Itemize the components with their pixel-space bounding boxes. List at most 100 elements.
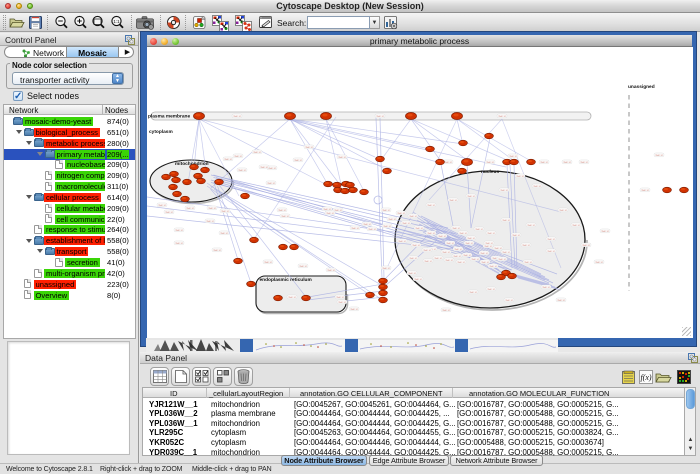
svg-text:Gen st: Gen st [484,245,491,248]
svg-text:Gen st: Gen st [267,182,274,185]
svg-text:Gen st: Gen st [234,155,241,158]
svg-text:Gen st: Gen st [412,244,419,247]
svg-text:Gen st: Gen st [408,272,415,275]
svg-text:Gen st: Gen st [409,257,416,260]
svg-text:Gen st: Gen st [224,158,231,161]
svg-text:Gen st: Gen st [409,215,416,218]
svg-text:Gen st: Gen st [221,210,228,213]
svg-text:Gen st: Gen st [288,296,295,299]
svg-text:Gen st: Gen st [572,224,579,227]
svg-text:Gen st: Gen st [505,299,512,302]
svg-text:Gen st: Gen st [299,265,306,268]
svg-text:Gen st: Gen st [338,301,345,304]
svg-text:Gen st: Gen st [559,209,566,212]
svg-text:Gen st: Gen st [453,255,460,258]
svg-text:Gen st: Gen st [595,261,602,264]
svg-text:Gen st: Gen st [278,209,285,212]
svg-text:Gen st: Gen st [415,227,422,230]
svg-text:Gen st: Gen st [336,296,343,299]
svg-text:Gen st: Gen st [454,248,461,251]
svg-text:unassigned: unassigned [628,84,655,90]
svg-text:Gen st: Gen st [427,204,434,207]
svg-text:Gen st: Gen st [323,208,330,211]
svg-text:Gen st: Gen st [382,209,389,212]
svg-text:1:1: 1:1 [113,19,120,24]
svg-text:Gen st: Gen st [516,175,523,178]
svg-text:Gen st: Gen st [268,167,275,170]
svg-text:Gen st: Gen st [402,222,409,225]
svg-text:Gen st: Gen st [208,207,215,210]
svg-text:Gen st: Gen st [475,228,482,231]
svg-text:Gen st: Gen st [186,207,193,210]
svg-text:Gen st: Gen st [641,189,648,192]
svg-text:Gen st: Gen st [487,288,494,291]
svg-text:Gen st: Gen st [486,161,493,164]
svg-text:Gen st: Gen st [457,261,464,264]
svg-text:Gen st: Gen st [305,146,312,149]
svg-text:Gen st: Gen st [368,228,375,231]
svg-text:Gen st: Gen st [442,251,449,254]
svg-text:Gen st: Gen st [334,209,341,212]
svg-text:Gen st: Gen st [445,259,452,262]
svg-text:Gen st: Gen st [533,185,540,188]
svg-text:Gen st: Gen st [471,258,478,261]
svg-text:Gen st: Gen st [489,265,496,268]
svg-text:Gen st: Gen st [423,249,430,252]
svg-text:Gen st: Gen st [452,227,459,230]
svg-text:cytoplasm: cytoplasm [149,129,173,135]
svg-text:Gen st: Gen st [424,260,431,263]
svg-text:Gen st: Gen st [498,258,505,261]
svg-text:Gen st: Gen st [206,220,213,223]
svg-text:Gen st: Gen st [601,230,608,233]
svg-text:Gen st: Gen st [398,240,405,243]
svg-text:Gen st: Gen st [480,252,487,255]
svg-text:endoplasmic reticulum: endoplasmic reticulum [260,277,312,283]
svg-text:Gen st: Gen st [444,161,451,164]
svg-text:f(x): f(x) [640,373,651,382]
svg-text:Gen st: Gen st [397,212,404,215]
svg-text:Gen st: Gen st [655,154,662,157]
svg-text:Gen st: Gen st [442,309,449,312]
svg-text:Gen st: Gen st [376,115,383,118]
svg-text:Gen st: Gen st [487,232,494,235]
svg-text:Gen st: Gen st [540,161,547,164]
svg-text:Gen st: Gen st [467,237,474,240]
svg-text:Gen st: Gen st [465,242,472,245]
svg-text:Gen st: Gen st [427,232,434,235]
svg-text:Gen st: Gen st [524,261,531,264]
svg-text:Gen st: Gen st [213,249,220,252]
svg-text:Gen st: Gen st [158,204,165,207]
svg-text:Gen st: Gen st [494,247,501,250]
svg-text:Gen st: Gen st [500,189,507,192]
svg-text:Gen st: Gen st [327,269,334,272]
svg-text:Gen st: Gen st [220,232,227,235]
svg-text:Gen st: Gen st [469,291,476,294]
svg-text:Gen st: Gen st [547,250,554,253]
svg-text:Gen st: Gen st [498,115,505,118]
svg-text:Gen st: Gen st [388,218,395,221]
svg-text:Gen st: Gen st [238,169,245,172]
svg-text:Gen st: Gen st [509,155,516,158]
svg-text:Gen st: Gen st [260,166,267,169]
svg-text:Gen st: Gen st [542,286,549,289]
svg-text:Gen st: Gen st [233,115,240,118]
svg-text:Gen st: Gen st [383,225,390,228]
svg-text:Gen st: Gen st [527,224,534,227]
svg-text:Gen st: Gen st [467,195,474,198]
svg-text:Gen st: Gen st [463,254,470,257]
svg-text:Gen st: Gen st [281,215,288,218]
svg-text:Gen st: Gen st [350,308,357,311]
svg-text:Gen st: Gen st [512,234,519,237]
svg-text:Gen st: Gen st [264,261,271,264]
svg-text:nucleus: nucleus [481,169,499,175]
svg-text:Gen st: Gen st [481,261,488,264]
svg-text:Gen st: Gen st [175,242,182,245]
svg-text:Gen st: Gen st [338,156,345,159]
svg-text:Gen st: Gen st [446,242,453,245]
svg-text:Gen st: Gen st [485,242,492,245]
svg-text:Gen st: Gen st [326,212,333,215]
svg-text:Gen st: Gen st [414,278,421,281]
svg-text:Gen st: Gen st [459,232,466,235]
svg-text:Gen st: Gen st [434,257,441,260]
svg-text:Gen st: Gen st [557,299,564,302]
